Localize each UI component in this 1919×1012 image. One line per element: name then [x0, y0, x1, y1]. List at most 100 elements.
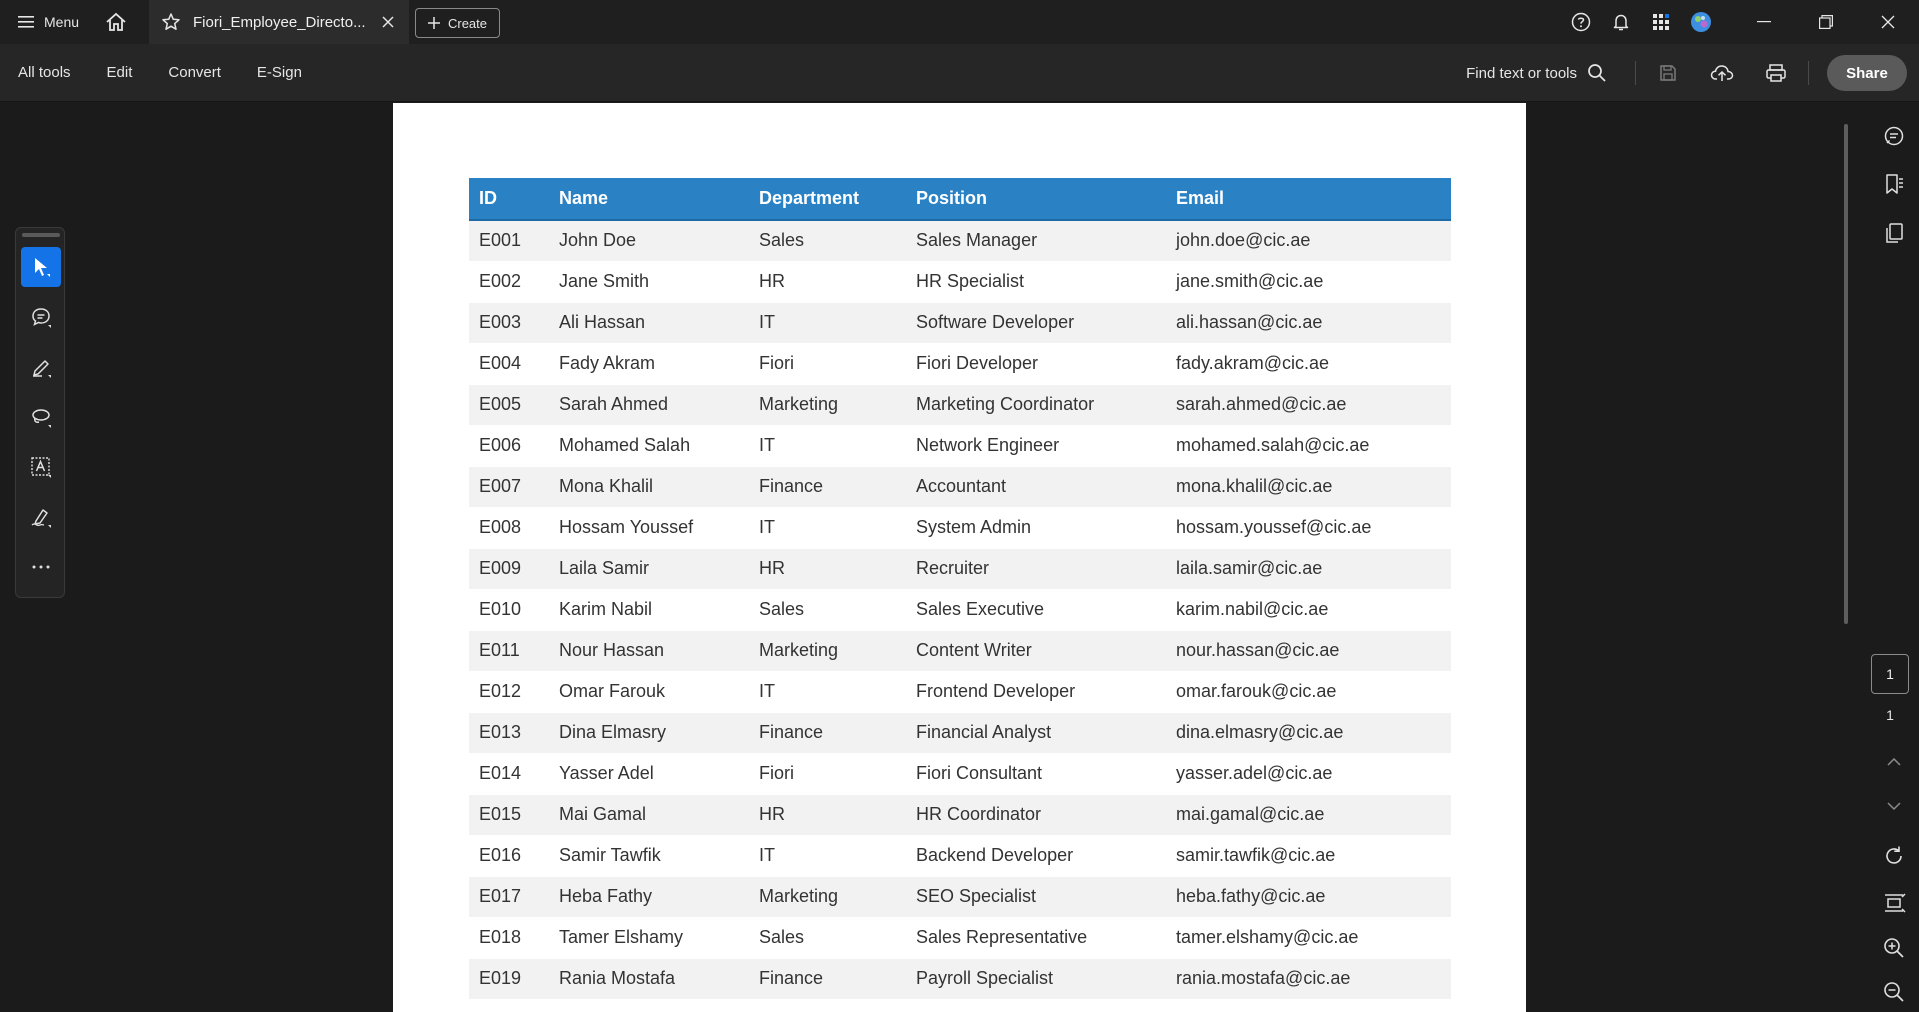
table-row: E015 Mai Gamal HR HR Coordinator mai.gamal@c…	[469, 794, 1451, 836]
cell-email: hossam.youssef@cic.ae	[1166, 507, 1451, 549]
divider	[1808, 61, 1809, 85]
bookmarks-panel-icon[interactable]	[1877, 167, 1911, 201]
page-thumbnails-icon[interactable]	[1877, 216, 1911, 250]
table-row: E013 Dina Elmasry Finance Financial Analyst…	[469, 712, 1451, 754]
cell-name: Hossam Youssef	[549, 507, 749, 549]
highlight-tool-button[interactable]	[21, 347, 61, 387]
table-row: E004 Fady Akram Fiori Fiori Developer fady.a…	[469, 343, 1451, 385]
close-tab-icon[interactable]	[379, 13, 397, 31]
cell-department: IT	[749, 835, 906, 877]
cell-id: E015	[469, 794, 549, 836]
cell-department: Finance	[749, 466, 906, 508]
cell-position: Frontend Developer	[906, 671, 1166, 713]
cell-id: E013	[469, 712, 549, 754]
cell-id: E004	[469, 343, 549, 385]
cell-position: System Admin	[906, 507, 1166, 549]
current-page-input[interactable]: 1	[1871, 654, 1909, 694]
fit-page-icon[interactable]	[1877, 886, 1911, 920]
close-window-icon[interactable]	[1857, 0, 1919, 44]
vertical-scrollbar[interactable]	[1844, 124, 1848, 624]
cell-department: HR	[749, 548, 906, 590]
table-row: E001 John Doe Sales Sales Manager john.doe@c…	[469, 220, 1451, 262]
cell-id: E002	[469, 261, 549, 303]
sign-tool-button[interactable]	[21, 497, 61, 537]
cell-email: mai.gamal@cic.ae	[1166, 794, 1451, 836]
document-tab[interactable]: Fiori_Employee_Directo...	[149, 0, 409, 44]
cell-position: Network Engineer	[906, 425, 1166, 467]
cell-id: E014	[469, 753, 549, 795]
user-avatar[interactable]	[1681, 0, 1721, 44]
cell-email	[1166, 999, 1451, 1012]
draw-tool-button[interactable]	[21, 397, 61, 437]
panel-drag-handle[interactable]	[22, 233, 60, 237]
menu-button[interactable]: Menu	[0, 0, 95, 44]
cell-email: tamer.elshamy@cic.ae	[1166, 917, 1451, 959]
cell-email: samir.tawfik@cic.ae	[1166, 835, 1451, 877]
cell-department: Marketing	[749, 876, 906, 918]
cell-department: Fiori	[749, 753, 906, 795]
restore-window-icon[interactable]	[1795, 0, 1857, 44]
table-row: E007 Mona Khalil Finance Accountant mona.kha…	[469, 466, 1451, 508]
menu-all-tools[interactable]: All tools	[0, 64, 89, 81]
cell-name: Mona Khalil	[549, 466, 749, 508]
menu-e-sign[interactable]: E-Sign	[239, 64, 320, 81]
save-icon[interactable]	[1646, 51, 1690, 95]
more-tools-button[interactable]	[21, 547, 61, 587]
document-workspace[interactable]: ID Name Department Position Email E001 Jo…	[0, 103, 1919, 1012]
cell-name: Karim Nabil	[549, 589, 749, 631]
select-tool-button[interactable]	[21, 247, 61, 287]
cell-name: Mohamed Salah	[549, 425, 749, 467]
star-icon[interactable]	[161, 12, 181, 32]
quick-tools-panel	[15, 227, 65, 598]
share-button[interactable]: Share	[1827, 55, 1907, 91]
table-row: E003 Ali Hassan IT Software Developer ali.ha…	[469, 302, 1451, 344]
cell-department: Fiori	[749, 343, 906, 385]
previous-page-chevron-up-icon[interactable]	[1877, 745, 1911, 779]
home-button[interactable]	[99, 5, 133, 39]
menu-convert[interactable]: Convert	[150, 64, 239, 81]
zoom-in-icon[interactable]	[1877, 931, 1911, 965]
cell-id: E020	[469, 999, 549, 1012]
cell-id: E005	[469, 384, 549, 426]
find-text-or-tools[interactable]: Find text or tools	[1466, 63, 1625, 83]
cell-email: sarah.ahmed@cic.ae	[1166, 384, 1451, 426]
cell-department: IT	[749, 507, 906, 549]
cell-department: IT	[749, 302, 906, 344]
zoom-out-icon[interactable]	[1877, 975, 1911, 1009]
cloud-upload-icon[interactable]	[1700, 51, 1744, 95]
home-icon	[105, 12, 127, 32]
rotate-refresh-icon[interactable]	[1877, 839, 1911, 873]
total-pages: 1	[1886, 707, 1894, 723]
notifications-bell-icon[interactable]	[1601, 0, 1641, 44]
minimize-icon[interactable]	[1733, 0, 1795, 44]
plus-icon	[427, 17, 440, 29]
text-box-tool-button[interactable]	[21, 447, 61, 487]
cell-department: Marketing	[749, 630, 906, 672]
cell-position: Financial Analyst	[906, 712, 1166, 754]
cell-department: HR	[749, 794, 906, 836]
next-page-chevron-down-icon[interactable]	[1877, 789, 1911, 823]
cell-email: jane.smith@cic.ae	[1166, 261, 1451, 303]
comment-tool-button[interactable]	[21, 297, 61, 337]
pdf-page: ID Name Department Position Email E001 Jo…	[393, 103, 1526, 1012]
cell-department: Finance	[749, 712, 906, 754]
toolbar-actions: Find text or tools Share	[1466, 44, 1907, 102]
create-button[interactable]: Create	[415, 8, 500, 38]
right-side-rail	[1868, 103, 1919, 1012]
cell-id: E003	[469, 302, 549, 344]
help-icon[interactable]	[1561, 0, 1601, 44]
menu-edit[interactable]: Edit	[89, 64, 151, 81]
table-row: E012 Omar Farouk IT Frontend Developer omar.…	[469, 671, 1451, 713]
table-row: E014 Yasser Adel Fiori Fiori Consultant yass…	[469, 753, 1451, 795]
print-icon[interactable]	[1754, 51, 1798, 95]
cell-email: karim.nabil@cic.ae	[1166, 589, 1451, 631]
apps-grid-icon[interactable]	[1641, 0, 1681, 44]
cell-id: E017	[469, 876, 549, 918]
comments-panel-icon[interactable]	[1877, 119, 1911, 153]
table-row: E020 IT	[469, 999, 1451, 1012]
divider	[1635, 61, 1636, 85]
tab-title: Fiori_Employee_Directo...	[193, 13, 366, 31]
pen-sign-icon	[30, 506, 52, 528]
cell-id: E016	[469, 835, 549, 877]
cell-email: mohamed.salah@cic.ae	[1166, 425, 1451, 467]
